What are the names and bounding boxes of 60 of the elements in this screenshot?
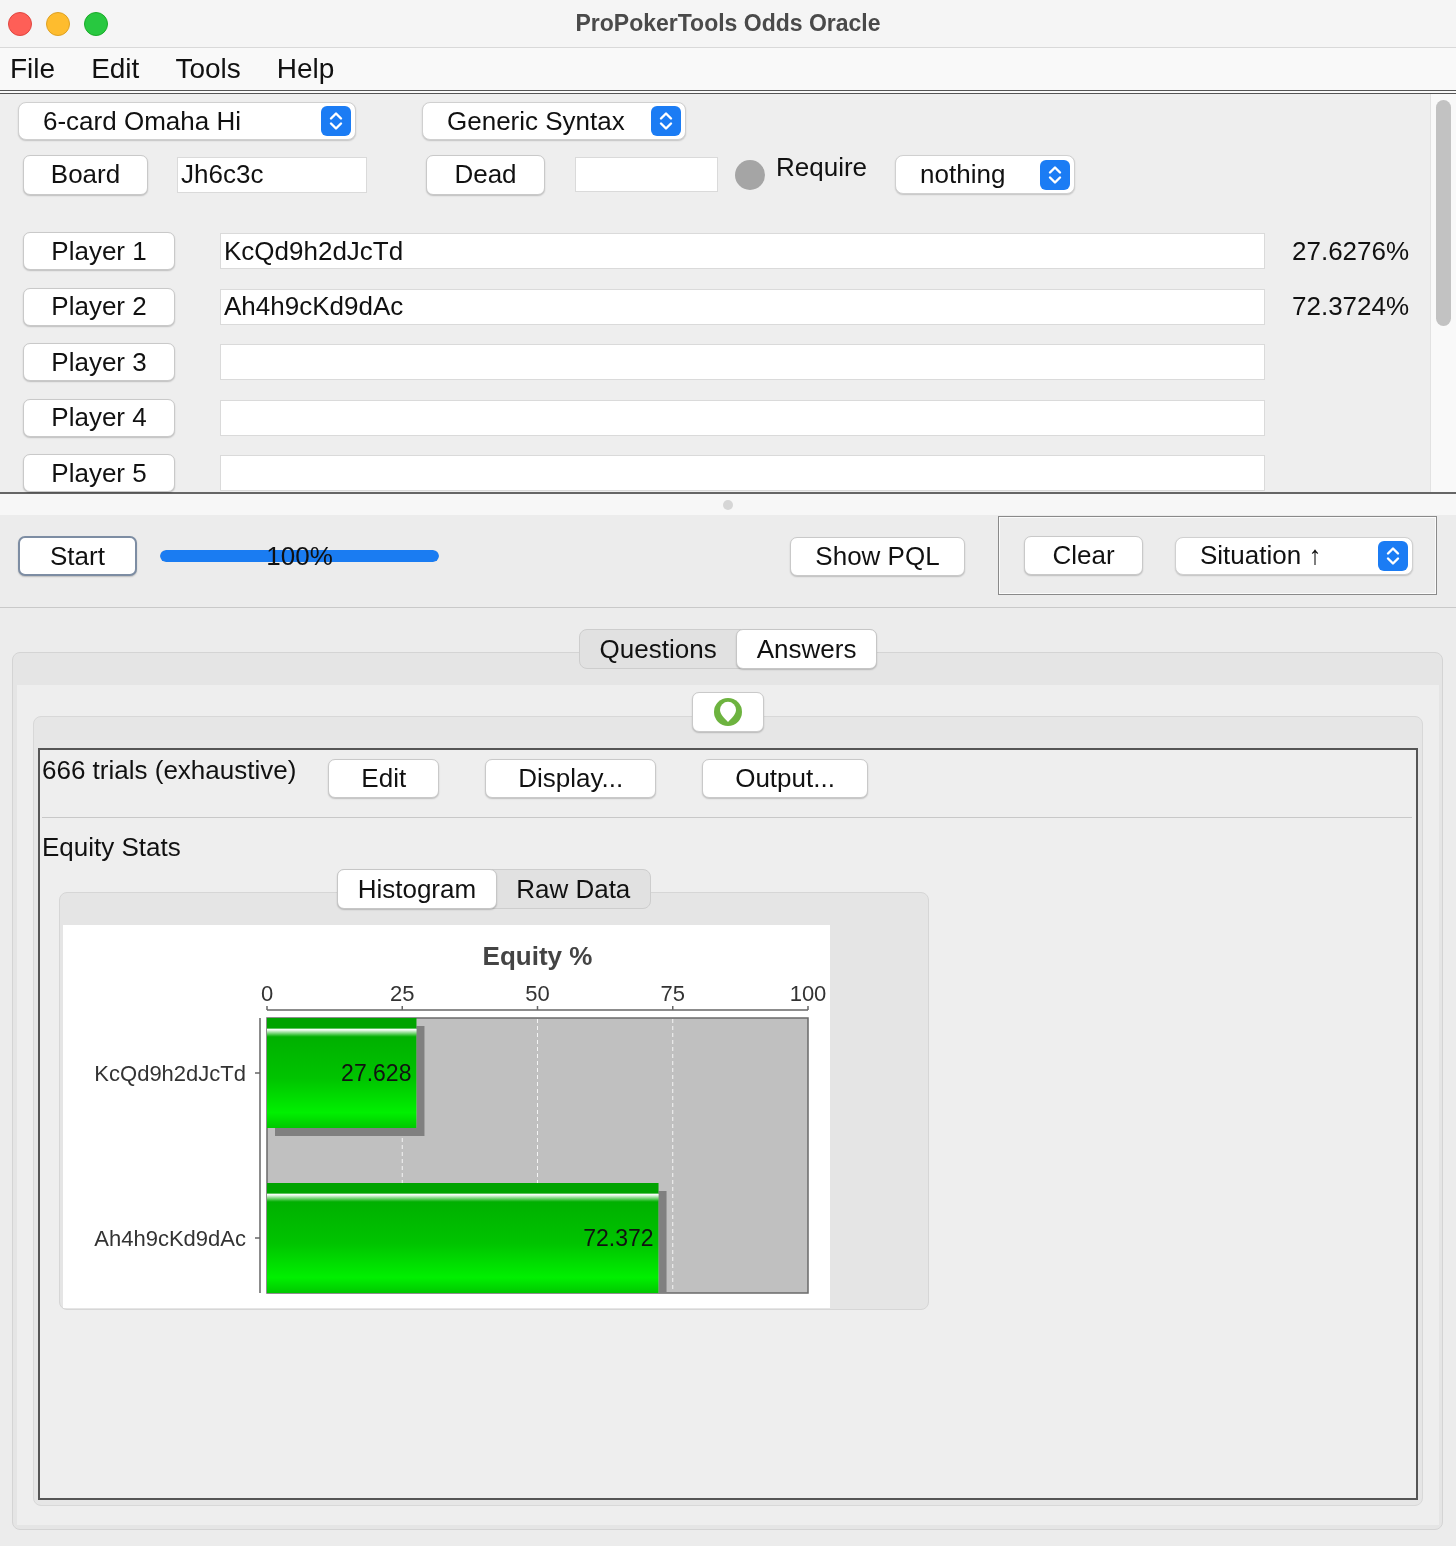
tab[interactable]: Questions [578,629,738,669]
require-dropdown[interactable]: nothing [895,155,1076,194]
axis-tick-label: 75 [660,981,685,1006]
show-pql-button[interactable]: Show PQL [790,537,965,576]
radio-button[interactable] [735,159,765,190]
hand-field[interactable] [220,455,1265,491]
hand-field[interactable]: Ah4h9cKd9dAc [220,288,1265,325]
drop-icon [713,697,743,727]
axis-tick-label: 0 [260,981,274,1006]
game-dropdown[interactable]: 6-card Omaha Hi [18,102,356,140]
menu-item[interactable]: Edit [91,53,140,85]
clear-button[interactable]: Clear [1024,536,1143,575]
stepper-icon [321,106,351,136]
trials-summary: 666 trials (exhaustive) [42,757,297,783]
hand-field[interactable] [220,399,1265,436]
action-button[interactable]: Output... [702,759,868,798]
board-button[interactable]: Board [23,154,148,195]
player-button[interactable]: Player 5 [23,454,175,492]
player-button[interactable]: Player 4 [23,398,175,437]
stepper-icon [1040,159,1071,190]
player-button[interactable]: Player 1 [23,232,175,270]
scrollbar-thumb[interactable] [1436,100,1451,326]
syntax-dropdown[interactable]: Generic Syntax [422,102,686,140]
hand-field[interactable]: KcQd9h2dJcTd [220,233,1265,269]
tab[interactable]: Answers [735,629,878,669]
stepper-icon [1378,540,1408,571]
require-label: Require [776,152,868,183]
tab[interactable]: Histogram [336,869,498,909]
menu-item[interactable]: File [10,53,56,85]
menu-item[interactable]: Help [276,53,335,85]
section-title: Equity Stats [42,834,181,860]
start-button[interactable]: Start [18,536,137,576]
window-close-button[interactable] [8,11,32,36]
chart-title: Equity % [482,941,593,971]
dead-button[interactable]: Dead [426,154,545,195]
window-title: ProPokerTools Odds Oracle [575,10,881,37]
equity-value: 27.6276% [1292,235,1410,267]
stepper-icon [651,106,681,136]
category-label: KcQd9h2dJcTd [94,1060,246,1086]
bar-value-label: 72.372 [583,1225,654,1251]
action-button[interactable]: Display... [485,759,657,798]
equity-value: 72.3724% [1292,291,1410,322]
tab[interactable]: Raw Data [495,869,652,909]
axis-tick-label: 25 [390,981,415,1006]
bar-value-label: 27.628 [341,1060,412,1086]
board-field[interactable]: Jh6c3c [177,156,367,193]
menu-item[interactable]: Tools [175,53,241,85]
player-button[interactable]: Player 3 [23,343,175,381]
axis-tick-label: 50 [525,981,550,1006]
hand-field[interactable] [220,344,1265,380]
category-label: Ah4h9cKd9dAc [94,1225,246,1251]
dead-field[interactable] [575,157,718,192]
player-button[interactable]: Player 2 [23,287,175,326]
icon-button[interactable] [692,692,764,732]
window-minimize-button[interactable] [46,11,70,36]
window-zoom-button[interactable] [84,11,108,36]
action-button[interactable]: Edit [328,759,440,798]
axis-tick-label: 100 [789,981,827,1006]
sort-dropdown[interactable]: Situation ↑ [1175,536,1413,575]
splitter-handle-icon[interactable] [723,499,733,510]
